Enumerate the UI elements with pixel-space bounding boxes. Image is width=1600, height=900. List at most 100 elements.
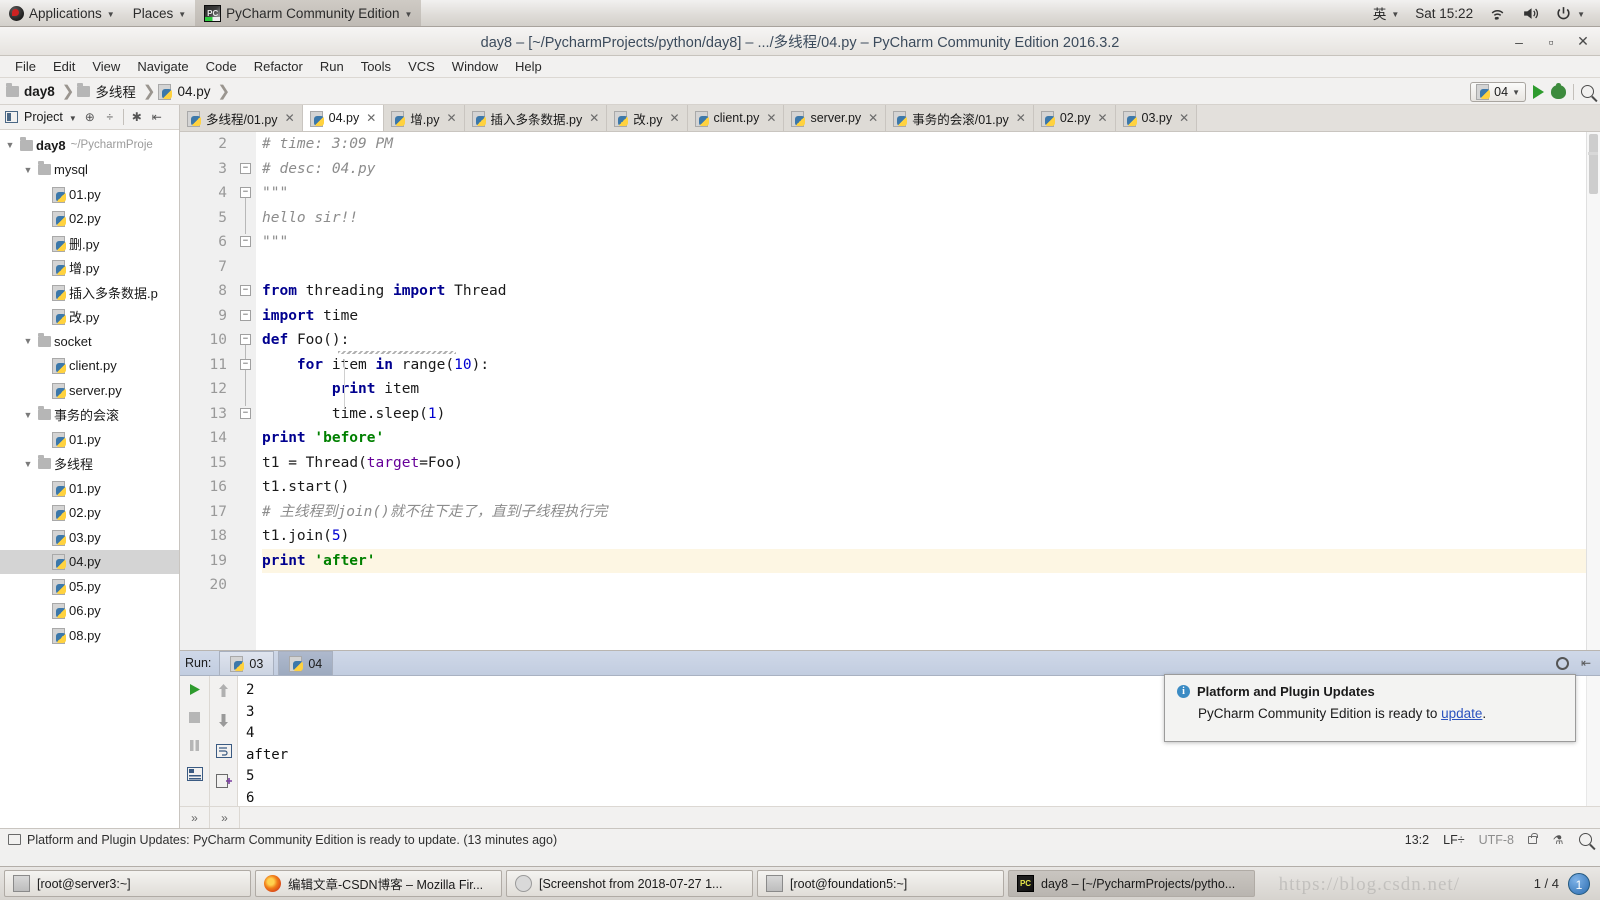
- tree-item[interactable]: ▼02.py: [0, 501, 179, 526]
- tree-item[interactable]: ▼05.py: [0, 574, 179, 599]
- maximize-button[interactable]: ▫: [1542, 33, 1560, 51]
- tree-item[interactable]: ▼01.py: [0, 182, 179, 207]
- down-arrow-icon[interactable]: [215, 712, 232, 729]
- tree-item[interactable]: ▼ mysql: [0, 158, 179, 183]
- editor-tab[interactable]: 事务的会滚/01.py ✕: [886, 105, 1034, 131]
- status-message[interactable]: Platform and Plugin Updates: PyCharm Com…: [27, 833, 557, 847]
- collapse-all-icon[interactable]: ÷: [103, 110, 117, 124]
- menu-run[interactable]: Run: [312, 57, 352, 76]
- up-arrow-icon[interactable]: [215, 682, 232, 699]
- tree-item[interactable]: ▼ 事务的会滚: [0, 403, 179, 428]
- minimize-button[interactable]: –: [1510, 33, 1528, 51]
- workspace-pager[interactable]: 1 / 4: [1534, 876, 1559, 891]
- code-line[interactable]: time.sleep(1): [262, 402, 1586, 427]
- editor-tab[interactable]: 增.py ✕: [384, 105, 465, 131]
- fold-marker-icon[interactable]: −: [240, 163, 251, 174]
- locate-icon[interactable]: ⊕: [83, 110, 97, 124]
- tree-item[interactable]: ▼删.py: [0, 231, 179, 256]
- fold-marker-icon[interactable]: −: [240, 408, 251, 419]
- menu-navigate[interactable]: Navigate: [129, 57, 196, 76]
- task-terminal-foundation5[interactable]: [root@foundation5:~]: [757, 870, 1004, 897]
- close-tab-icon[interactable]: ✕: [285, 111, 295, 125]
- code-line[interactable]: from threading import Thread: [262, 279, 1586, 304]
- editor-tab[interactable]: client.py ✕: [687, 105, 785, 131]
- code-line[interactable]: # 主线程到join()就不往下走了，直到子线程执行完: [262, 500, 1586, 525]
- tree-item[interactable]: ▼client.py: [0, 354, 179, 379]
- task-pycharm[interactable]: PC day8 – [~/PycharmProjects/pytho...: [1008, 870, 1255, 897]
- fold-marker-icon[interactable]: −: [240, 187, 251, 198]
- stop-button[interactable]: [186, 709, 203, 726]
- input-method-menu[interactable]: 英 ▼: [1366, 0, 1406, 26]
- lock-icon[interactable]: [1528, 832, 1538, 844]
- expand-button-2[interactable]: »: [210, 806, 240, 829]
- fold-marker-icon[interactable]: −: [240, 334, 251, 345]
- update-link[interactable]: update: [1441, 706, 1482, 721]
- code-text-area[interactable]: # time: 3:09 PM # desc: 04.py """ hello sir…: [256, 132, 1586, 650]
- console-toggle-button[interactable]: [186, 765, 203, 782]
- code-line[interactable]: import time: [262, 304, 1586, 329]
- tree-item[interactable]: ▼02.py: [0, 207, 179, 232]
- fold-marker-icon[interactable]: −: [240, 236, 251, 247]
- places-menu[interactable]: Places ▼: [124, 0, 195, 26]
- code-line[interactable]: # time: 3:09 PM: [262, 132, 1586, 157]
- notification-badge[interactable]: 1: [1568, 872, 1590, 895]
- menu-file[interactable]: File: [7, 57, 44, 76]
- menu-view[interactable]: View: [84, 57, 128, 76]
- search-icon[interactable]: [1581, 85, 1594, 98]
- code-line[interactable]: def Foo():: [262, 328, 1586, 353]
- close-tab-icon[interactable]: ✕: [446, 111, 456, 125]
- scrollbar-thumb[interactable]: [1589, 134, 1598, 194]
- notification-balloon[interactable]: i Platform and Plugin Updates PyCharm Co…: [1164, 674, 1576, 742]
- chevron-down-icon[interactable]: ▼: [69, 114, 77, 123]
- tree-item[interactable]: ▼插入多条数据.p: [0, 280, 179, 305]
- editor-tab-bar[interactable]: 多线程/01.py ✕ 04.py ✕ 增.py ✕ 插入多条数据.py ✕ 改.py ✕ clie…: [180, 105, 1600, 132]
- breadcrumb-file[interactable]: 04.py: [158, 83, 214, 100]
- expand-button-1[interactable]: »: [180, 806, 210, 829]
- tree-expander-icon[interactable]: ▼: [4, 140, 16, 150]
- breadcrumb-day8[interactable]: day8: [6, 82, 59, 99]
- code-line[interactable]: t1 = Thread(target=Foo): [262, 451, 1586, 476]
- wifi-icon[interactable]: [1482, 0, 1513, 26]
- editor-tab[interactable]: 02.py ✕: [1033, 105, 1116, 131]
- fold-marker-icon[interactable]: −: [240, 310, 251, 321]
- close-tab-icon[interactable]: ✕: [1016, 111, 1026, 125]
- soft-wrap-icon[interactable]: [215, 742, 232, 759]
- tree-expander-icon[interactable]: ▼: [22, 410, 34, 420]
- event-log-icon[interactable]: [8, 834, 21, 845]
- close-button[interactable]: ✕: [1574, 33, 1592, 51]
- power-menu[interactable]: ▼: [1548, 0, 1592, 26]
- menu-help[interactable]: Help: [507, 57, 550, 76]
- breadcrumb-duoxiancheng[interactable]: 多线程: [77, 81, 140, 101]
- code-line[interactable]: """: [262, 181, 1586, 206]
- run-tab-03[interactable]: 03: [219, 651, 275, 675]
- code-line[interactable]: t1.start(): [262, 475, 1586, 500]
- menu-refactor[interactable]: Refactor: [246, 57, 311, 76]
- tree-expander-icon[interactable]: ▼: [22, 459, 34, 469]
- close-tab-icon[interactable]: ✕: [868, 111, 878, 125]
- close-tab-icon[interactable]: ✕: [1179, 111, 1189, 125]
- editor-scrollbar[interactable]: [1586, 132, 1600, 650]
- code-line[interactable]: """: [262, 230, 1586, 255]
- code-line[interactable]: # desc: 04.py: [262, 157, 1586, 182]
- tree-item[interactable]: ▼改.py: [0, 305, 179, 330]
- run-tab-04[interactable]: 04: [278, 651, 334, 675]
- debug-button[interactable]: [1551, 82, 1566, 99]
- code-line[interactable]: [262, 573, 1586, 598]
- code-line[interactable]: for item in range(10):: [262, 353, 1586, 378]
- fold-marker-icon[interactable]: −: [240, 285, 251, 296]
- tree-item[interactable]: ▼server.py: [0, 378, 179, 403]
- tree-item[interactable]: ▼ day8 ~/PycharmProje: [0, 133, 179, 158]
- code-line[interactable]: t1.join(5): [262, 524, 1586, 549]
- tree-expander-icon[interactable]: ▼: [22, 336, 34, 346]
- code-editor[interactable]: 2 3 4 5 6 7 8 9 10 11 12 13 14 15 16 17 18 19 20 − − − − −…: [180, 132, 1600, 650]
- menu-edit[interactable]: Edit: [45, 57, 83, 76]
- tree-item[interactable]: ▼01.py: [0, 476, 179, 501]
- tree-item[interactable]: ▼03.py: [0, 525, 179, 550]
- code-line[interactable]: print 'after': [262, 548, 1586, 573]
- tree-item[interactable]: ▼ 多线程: [0, 452, 179, 477]
- close-tab-icon[interactable]: ✕: [366, 111, 376, 125]
- run-configuration-selector[interactable]: 04 ▼: [1470, 81, 1526, 102]
- editor-tab[interactable]: server.py ✕: [784, 105, 887, 131]
- code-line[interactable]: print 'before': [262, 426, 1586, 451]
- task-terminal-server3[interactable]: [root@server3:~]: [4, 870, 251, 897]
